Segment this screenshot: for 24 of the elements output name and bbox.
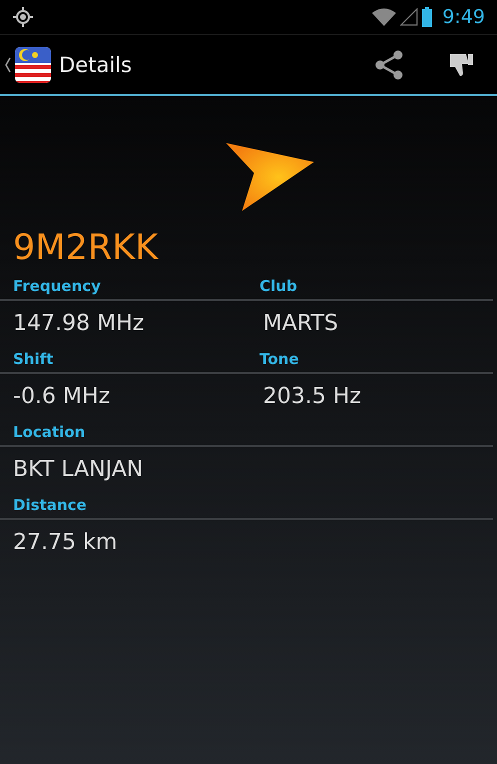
share-icon [374,50,404,80]
direction-arrow-icon [226,140,316,212]
back-caret-icon [5,56,11,72]
field-value: 147.98 MHz [12,310,146,336]
screen-title: Details [59,52,132,76]
field-value: MARTS [262,310,340,336]
flag-icon [15,46,51,82]
field-value: BKT LANJAN [12,456,144,482]
field-label: Location [12,422,86,440]
wifi-icon [372,8,396,26]
thumbs-down-icon [448,52,474,78]
field-label: Distance [12,496,88,514]
battery-icon [422,7,432,27]
field-label: Tone [258,350,300,368]
field-label: Club [258,276,298,294]
callsign: 9M2RKK [13,228,160,270]
status-time: 9:49 [442,6,485,28]
gps-icon [13,7,33,27]
field-value: 27.75 km [12,530,118,554]
field-value: -0.6 MHz [12,384,111,408]
field-label: Frequency [12,276,102,294]
signal-icon [400,8,418,26]
field-label: Shift [12,350,54,368]
field-value: 203.5 Hz [262,384,362,408]
